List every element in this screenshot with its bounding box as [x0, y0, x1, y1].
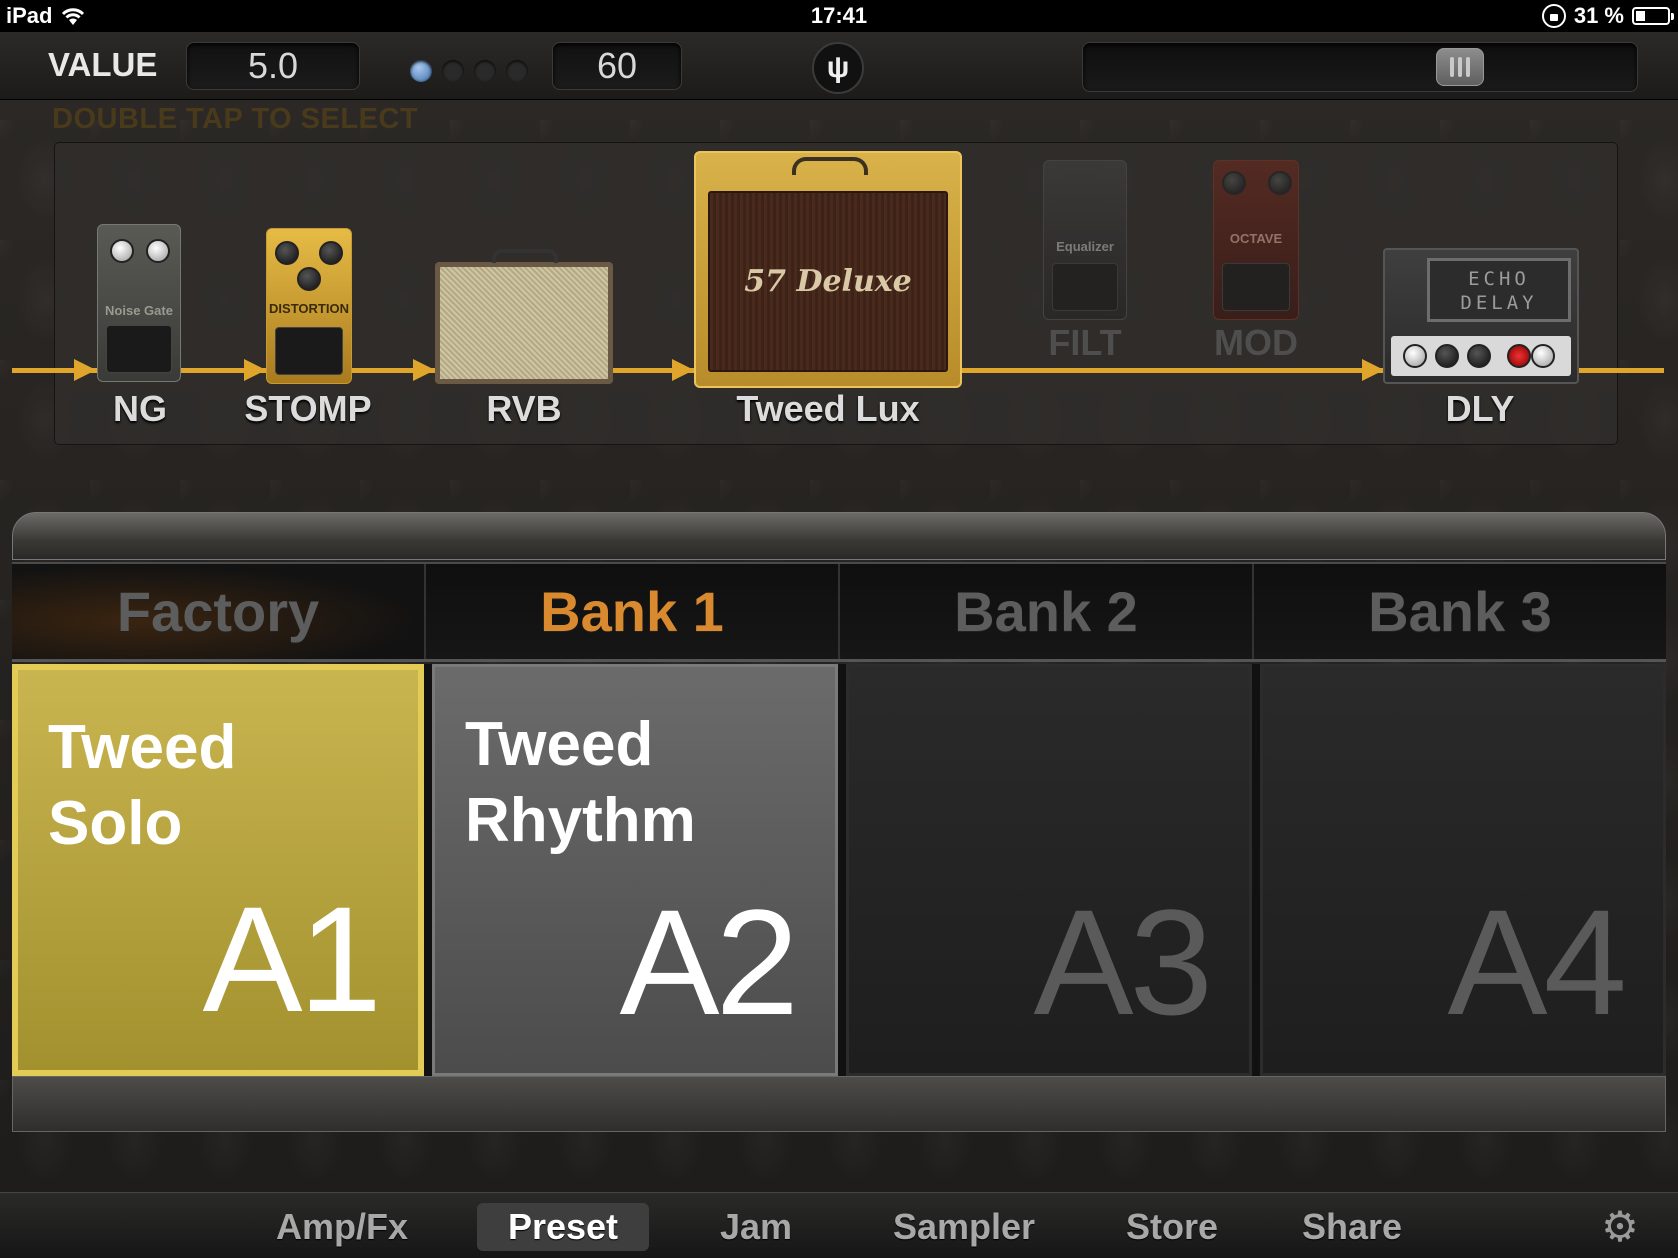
reverb-amp[interactable] [435, 249, 613, 384]
gear-icon[interactable]: ⚙ [1598, 1205, 1642, 1249]
top-toolbar: VALUE 5.0 60 ψ [0, 32, 1678, 100]
beat-led [506, 60, 528, 82]
bank-selector: Factory Bank 1 Bank 2 Bank 3 [12, 562, 1666, 662]
knob [319, 241, 343, 265]
preset-grid: Tweed Solo A1 Tweed Rhythm A2 A3 A4 [12, 664, 1666, 1076]
tab-jam[interactable]: Jam [700, 1203, 812, 1251]
tab-sampler[interactable]: Sampler [876, 1203, 1052, 1251]
preset-slot: A1 [202, 875, 382, 1043]
tab-share[interactable]: Share [1290, 1203, 1414, 1251]
preset-tile-a1[interactable]: Tweed Solo A1 [12, 664, 424, 1076]
chain-label-stomp: STOMP [244, 388, 372, 429]
volume-slider-thumb[interactable] [1436, 48, 1485, 86]
knob [297, 267, 321, 291]
knob [1435, 344, 1459, 368]
bank-tab-bank-2[interactable]: Bank 2 [840, 564, 1254, 659]
knob [1268, 171, 1292, 195]
tuner-button[interactable]: ψ [812, 42, 864, 94]
footswitch [106, 325, 172, 373]
battery-percent: 31 % [1573, 3, 1624, 28]
rack-top-rail [12, 512, 1666, 560]
chain-label-filt: FILT [1048, 322, 1122, 363]
tab-amp-fx[interactable]: Amp/Fx [262, 1203, 422, 1251]
bank-tab-bank-3[interactable]: Bank 3 [1254, 564, 1666, 659]
footswitch [1222, 263, 1290, 311]
knob [110, 239, 134, 263]
chain-label-dly: DLY [1445, 388, 1515, 429]
beat-led [442, 60, 464, 82]
octave-pedal[interactable]: OCTAVE [1213, 160, 1299, 320]
arrow-icon [413, 359, 435, 381]
preset-name: Tweed Rhythm [465, 710, 696, 855]
delay-window: ECHO DELAY [1427, 258, 1571, 322]
preset-tile-a4[interactable]: A4 [1260, 664, 1666, 1076]
pedal-name: OCTAVE [1229, 231, 1283, 246]
tab-store[interactable]: Store [1110, 1203, 1234, 1251]
equalizer-pedal[interactable]: Equalizer [1043, 160, 1127, 320]
arrow-icon [672, 359, 694, 381]
footswitch [1052, 263, 1118, 311]
pedal-name: Noise Gate [105, 303, 173, 318]
preset-slot: A3 [1033, 878, 1213, 1046]
delay-controls [1391, 336, 1571, 376]
preset-name: Tweed Solo [48, 713, 237, 858]
rack-bottom-rail [12, 1076, 1666, 1132]
amp-handle [792, 157, 868, 175]
tab-preset[interactable]: Preset [477, 1203, 649, 1251]
arrow-icon [74, 359, 96, 381]
tuning-fork-icon: ψ [826, 51, 850, 84]
arrow-icon [1362, 359, 1384, 381]
value-label: VALUE [48, 46, 158, 83]
beat-led [474, 60, 496, 82]
distortion-pedal[interactable]: DISTORTION [266, 228, 352, 384]
knob [1222, 171, 1246, 195]
footswitch [275, 327, 343, 375]
rotation-lock-icon [1541, 4, 1566, 28]
echo-delay-unit[interactable]: ECHO DELAY [1383, 248, 1579, 384]
chain-label-tweed-lux: Tweed Lux [736, 388, 920, 429]
beat-led [410, 60, 432, 82]
status-time: 17:41 [810, 3, 868, 28]
noise-gate-pedal[interactable]: Noise Gate [97, 224, 181, 382]
chain-label-ng: NG [113, 388, 167, 429]
knob [1531, 344, 1555, 368]
preset-slot: A4 [1447, 878, 1627, 1046]
chain-label-mod: MOD [1214, 322, 1298, 363]
amp-logo: 57 Deluxe [744, 264, 912, 299]
knob [1507, 344, 1531, 368]
pedal-name: Equalizer [1056, 239, 1114, 254]
knob [1467, 344, 1491, 368]
battery-icon [1632, 7, 1674, 25]
knob [1403, 344, 1427, 368]
tweed-lux-amp[interactable]: 57 Deluxe [694, 151, 962, 388]
knob [275, 241, 299, 265]
beat-indicator [410, 60, 528, 82]
bank-tab-bank-1[interactable]: Bank 1 [426, 564, 840, 659]
bottom-tab-bar: Amp/Fx Preset Jam Sampler Store Share ⚙ [0, 1192, 1678, 1258]
amp-grill: 57 Deluxe [708, 191, 948, 372]
knob [146, 239, 170, 263]
amp-handle [492, 249, 558, 263]
double-tap-hint: DOUBLE TAP TO SELECT [52, 103, 419, 135]
bank-tab-factory[interactable]: Factory [12, 564, 426, 659]
tempo-display[interactable]: 60 [552, 42, 682, 90]
value-display[interactable]: 5.0 [186, 42, 360, 90]
preset-tile-a2[interactable]: Tweed Rhythm A2 [432, 664, 838, 1076]
arrow-icon [244, 359, 266, 381]
preset-slot: A2 [619, 878, 799, 1046]
chain-label-rvb: RVB [486, 388, 562, 429]
volume-slider[interactable] [1082, 42, 1638, 92]
preset-tile-a3[interactable]: A3 [846, 664, 1252, 1076]
pedal-name: DISTORTION [269, 301, 349, 316]
status-bar: iPad 17:41 31 % [0, 0, 1678, 32]
